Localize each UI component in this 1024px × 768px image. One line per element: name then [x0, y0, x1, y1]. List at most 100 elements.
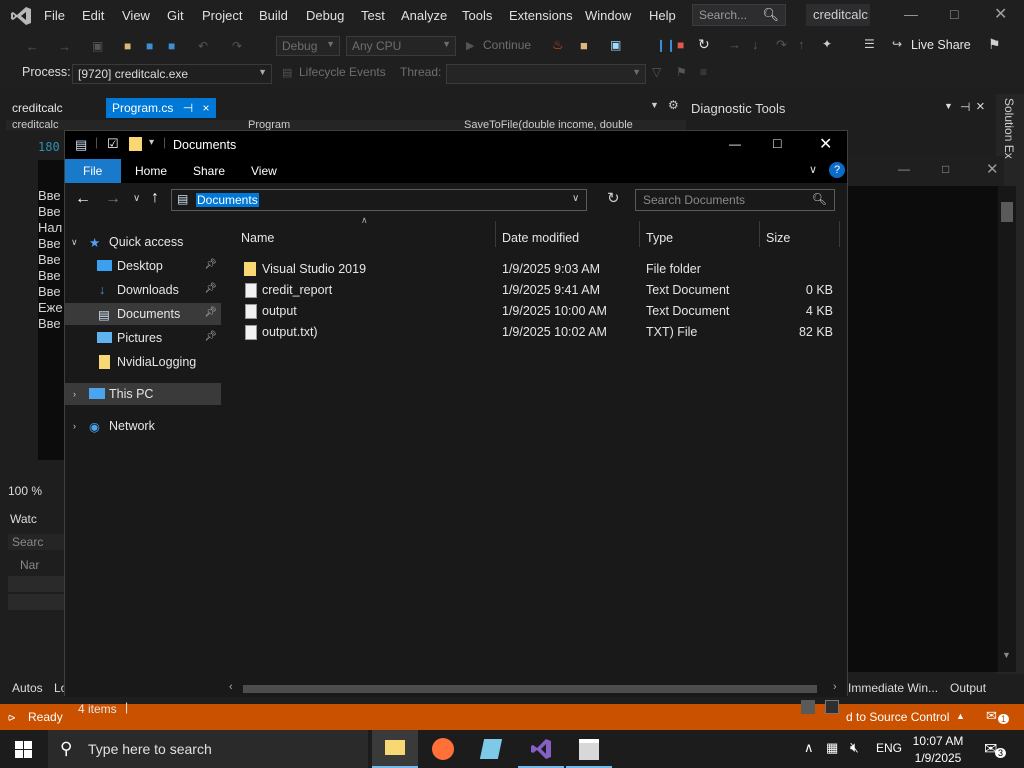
- taskbar-firefox[interactable]: [420, 730, 466, 768]
- properties-checkbox-icon[interactable]: ☑: [107, 136, 119, 152]
- code-map-icon[interactable]: ✦: [822, 37, 832, 51]
- expand-chevron-icon[interactable]: ∨: [71, 237, 78, 248]
- menu-view[interactable]: View: [122, 8, 150, 23]
- forward-arrow-icon[interactable]: →: [105, 190, 121, 208]
- back-nav-icon[interactable]: ←: [26, 39, 40, 54]
- nav-item-pictures[interactable]: Pictures 📌︎: [65, 327, 221, 349]
- show-hidden-icons-icon[interactable]: ∧: [804, 740, 814, 756]
- forward-nav-icon[interactable]: →: [58, 39, 72, 54]
- add-to-source-control-button[interactable]: d to Source Control: [846, 710, 949, 724]
- menu-analyze[interactable]: Analyze: [401, 8, 447, 23]
- thread-select[interactable]: ▼: [446, 64, 646, 84]
- volume-muted-icon[interactable]: 🔇︎: [850, 739, 859, 756]
- configuration-select[interactable]: Debug ▼: [276, 36, 340, 56]
- zoom-level[interactable]: 100 %: [8, 484, 42, 498]
- feedback-icon[interactable]: ⚑: [988, 36, 1001, 53]
- scroll-down-icon[interactable]: ▼: [1002, 650, 1011, 660]
- maximize-icon[interactable]: □: [773, 135, 781, 151]
- taskbar-visual-studio[interactable]: [518, 730, 564, 768]
- save-all-icon[interactable]: ■: [168, 39, 182, 53]
- recent-locations-icon[interactable]: ∨: [133, 193, 140, 204]
- file-row[interactable]: Visual Studio 2019 1/9/2025 9:03 AM File…: [237, 259, 837, 280]
- pin-icon[interactable]: 📌︎: [204, 259, 217, 270]
- column-divider[interactable]: [759, 221, 760, 247]
- stack-frame-icon[interactable]: ≡: [700, 65, 707, 79]
- continue-play-icon[interactable]: ▶: [466, 39, 474, 52]
- close-icon[interactable]: ✕: [994, 4, 1007, 24]
- scrollbar-thumb[interactable]: [1001, 202, 1013, 222]
- tab-program-cs[interactable]: Program.cs ⊣ ×: [106, 98, 216, 118]
- expand-chevron-icon[interactable]: ›: [73, 389, 76, 399]
- column-divider[interactable]: [839, 221, 840, 247]
- menu-tools[interactable]: Tools: [462, 8, 492, 23]
- ribbon-tab-home[interactable]: Home: [135, 164, 167, 178]
- file-row[interactable]: output.txt) 1/9/2025 10:02 AM TXT) File …: [237, 322, 837, 343]
- qat-dropdown-icon[interactable]: ▾: [149, 137, 154, 148]
- notifications-icon[interactable]: ✉: [986, 708, 997, 724]
- language-indicator[interactable]: ENG: [876, 741, 902, 755]
- nav-item-desktop[interactable]: Desktop 📌︎: [65, 255, 221, 277]
- watch-row[interactable]: [8, 594, 64, 610]
- live-share-button[interactable]: Live Share: [911, 38, 971, 52]
- menu-extensions[interactable]: Extensions: [509, 8, 573, 23]
- watch-row[interactable]: [8, 576, 64, 592]
- menu-build[interactable]: Build: [259, 8, 288, 23]
- ribbon-tab-file[interactable]: File: [65, 159, 121, 183]
- lifecycle-events-button[interactable]: Lifecycle Events: [299, 65, 386, 79]
- pin-icon[interactable]: 📌︎: [204, 307, 217, 318]
- file-row[interactable]: credit_report 1/9/2025 9:41 AM Text Docu…: [237, 280, 837, 301]
- save-icon[interactable]: ■: [146, 39, 160, 53]
- nav-this-pc[interactable]: › This PC: [65, 383, 221, 405]
- redo-icon[interactable]: ↷: [232, 39, 246, 53]
- tab-close-icon[interactable]: ×: [203, 101, 210, 115]
- menu-project[interactable]: Project: [202, 8, 242, 23]
- pin-icon[interactable]: 📌︎: [204, 283, 217, 294]
- minimize-icon[interactable]: —: [904, 6, 918, 22]
- taskbar-console-app[interactable]: [566, 730, 612, 768]
- menu-test[interactable]: Test: [361, 8, 385, 23]
- scroll-right-icon[interactable]: ›: [833, 681, 837, 693]
- tab-output[interactable]: Output: [950, 681, 986, 695]
- column-header-date[interactable]: Date modified: [502, 231, 579, 245]
- lifecycle-icon[interactable]: ▤: [282, 66, 292, 79]
- process-select[interactable]: [9720] creditcalc.exe ▼: [72, 64, 272, 84]
- new-project-icon[interactable]: ▣: [92, 39, 106, 53]
- close-icon[interactable]: ✕: [819, 134, 832, 154]
- pin-icon[interactable]: 📌︎: [204, 331, 217, 342]
- vs-search-box[interactable]: Search... 🔍︎: [692, 4, 786, 26]
- minimize-icon[interactable]: —: [898, 162, 910, 176]
- menu-git[interactable]: Git: [167, 8, 184, 23]
- pause-icon[interactable]: ❙❙: [656, 38, 676, 52]
- live-share-icon[interactable]: ↪: [892, 37, 902, 51]
- show-next-statement-icon[interactable]: →: [728, 37, 741, 52]
- expand-chevron-icon[interactable]: ›: [73, 421, 76, 431]
- menu-help[interactable]: Help: [649, 8, 676, 23]
- up-arrow-icon[interactable]: ↑: [151, 189, 159, 207]
- menu-edit[interactable]: Edit: [82, 8, 104, 23]
- network-status-icon[interactable]: ▦: [826, 740, 838, 756]
- step-into-icon[interactable]: ↓: [752, 37, 759, 52]
- column-header-type[interactable]: Type: [646, 231, 673, 245]
- menu-window[interactable]: Window: [585, 8, 631, 23]
- ribbon-tab-view[interactable]: View: [251, 164, 277, 178]
- nav-item-nvidialogging[interactable]: NvidiaLogging: [65, 351, 221, 373]
- browse-folder-icon[interactable]: ■: [580, 38, 588, 53]
- explorer-search-input[interactable]: Search Documents 🔍︎: [635, 189, 835, 211]
- source-control-up-icon[interactable]: ▲: [956, 711, 965, 721]
- flag-thread-icon[interactable]: ⚑: [676, 65, 687, 79]
- close-icon[interactable]: ✕: [986, 160, 999, 178]
- nav-quick-access[interactable]: ∨ ★ Quick access: [65, 231, 221, 253]
- nav-network[interactable]: › ◉ Network: [65, 415, 221, 437]
- pin-icon[interactable]: ⊣: [183, 101, 193, 115]
- filter-icon[interactable]: ▽: [652, 65, 661, 79]
- taskbar-notes-app[interactable]: [468, 730, 514, 768]
- taskbar-file-explorer[interactable]: [372, 730, 418, 768]
- stop-icon[interactable]: ■: [677, 38, 684, 52]
- panel-dropdown-icon[interactable]: ▼: [944, 101, 953, 111]
- help-icon[interactable]: ?: [829, 162, 845, 178]
- step-out-icon[interactable]: ↑: [798, 37, 805, 52]
- open-folder-icon[interactable]: ■: [124, 39, 138, 53]
- pin-icon[interactable]: ⊣: [960, 100, 970, 114]
- large-icons-view-icon[interactable]: [825, 700, 839, 714]
- scrollbar-thumb[interactable]: [243, 685, 817, 693]
